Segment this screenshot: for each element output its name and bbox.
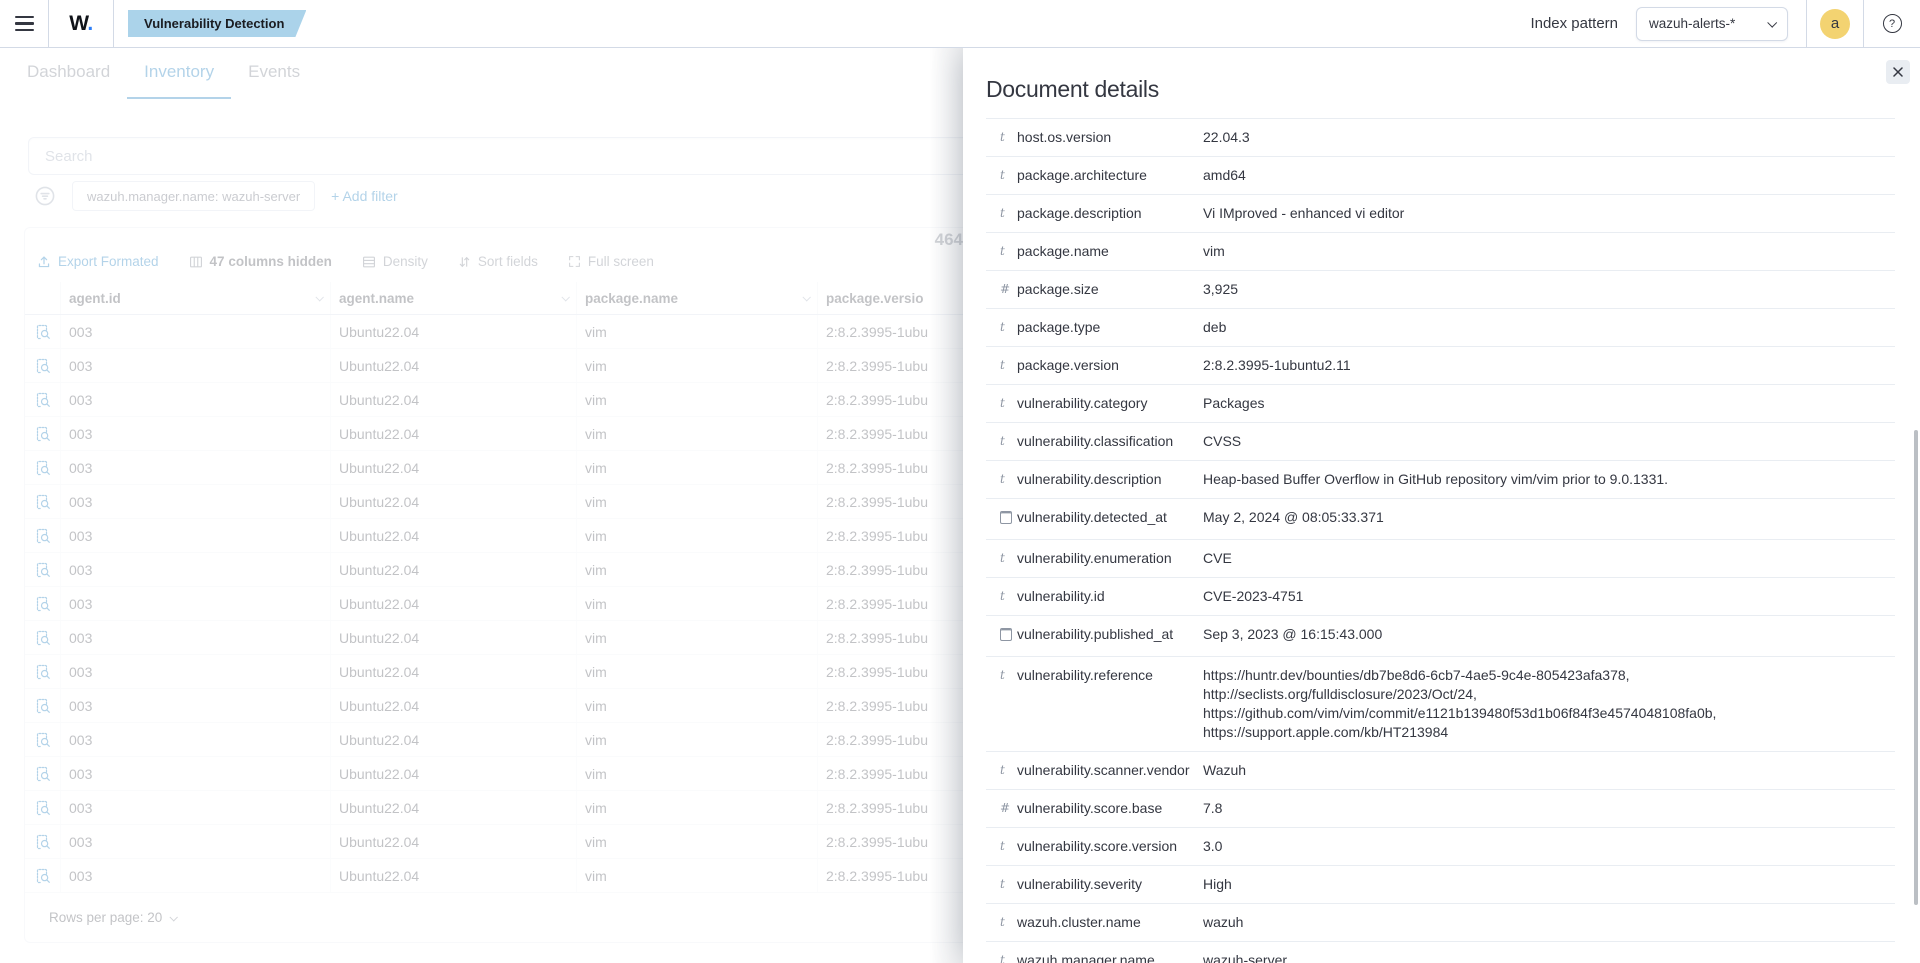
field-row: package.version 2:8.2.3995-1ubuntu2.11 (986, 346, 1895, 384)
field-name: package.type (1017, 318, 1203, 337)
field-value: 22.04.3 (1203, 128, 1895, 147)
field-name: wazuh.cluster.name (1017, 913, 1203, 932)
field-type-icon (1000, 875, 1017, 894)
field-row: vulnerability.score.version 3.0 (986, 827, 1895, 865)
field-value: Heap-based Buffer Overflow in GitHub rep… (1203, 470, 1895, 489)
field-row: vulnerability.severity High (986, 865, 1895, 903)
field-value: wazuh (1203, 913, 1895, 932)
field-name: vulnerability.detected_at (1017, 508, 1203, 527)
field-type-icon (1000, 356, 1017, 375)
field-value: deb (1203, 318, 1895, 337)
field-type-icon (1000, 508, 1017, 530)
field-type-icon (1000, 625, 1017, 647)
help-icon[interactable]: ? (1883, 14, 1902, 33)
field-value: amd64 (1203, 166, 1895, 185)
field-value: CVE-2023-4751 (1203, 587, 1895, 606)
field-name: vulnerability.reference (1017, 666, 1203, 685)
field-value: vim (1203, 242, 1895, 261)
field-name: package.size (1017, 280, 1203, 299)
field-value: wazuh-server (1203, 951, 1895, 963)
field-name: package.name (1017, 242, 1203, 261)
field-name: vulnerability.description (1017, 470, 1203, 489)
field-type-icon (1000, 951, 1017, 963)
field-value: 2:8.2.3995-1ubuntu2.11 (1203, 356, 1895, 375)
field-type-icon (1000, 394, 1017, 413)
field-row: vulnerability.category Packages (986, 384, 1895, 422)
field-type-icon (1000, 549, 1017, 568)
field-name: vulnerability.score.base (1017, 799, 1203, 818)
field-value: CVE (1203, 549, 1895, 568)
field-value: 3,925 (1203, 280, 1895, 299)
field-type-icon (1000, 242, 1017, 261)
field-type-icon (1000, 166, 1017, 185)
breadcrumb[interactable]: Vulnerability Detection (128, 10, 306, 37)
field-type-icon (1000, 128, 1017, 147)
field-row: vulnerability.published_at Sep 3, 2023 @… (986, 615, 1895, 656)
field-name: host.os.version (1017, 128, 1203, 147)
field-name: package.architecture (1017, 166, 1203, 185)
close-icon[interactable] (1886, 60, 1910, 84)
field-type-icon (1000, 761, 1017, 780)
field-value: Packages (1203, 394, 1895, 413)
field-value: May 2, 2024 @ 08:05:33.371 (1203, 508, 1895, 527)
field-row: vulnerability.id CVE-2023-4751 (986, 577, 1895, 615)
field-row: vulnerability.classification CVSS (986, 422, 1895, 460)
menu-icon[interactable] (0, 0, 48, 48)
field-row: package.description Vi IMproved - enhanc… (986, 194, 1895, 232)
field-row: package.architecture amd64 (986, 156, 1895, 194)
field-value: Wazuh (1203, 761, 1895, 780)
field-type-icon (1000, 280, 1017, 299)
field-name: vulnerability.id (1017, 587, 1203, 606)
field-name: vulnerability.score.version (1017, 837, 1203, 856)
index-pattern-label: Index pattern (1530, 15, 1618, 32)
field-name: vulnerability.published_at (1017, 625, 1203, 644)
field-name: vulnerability.scanner.vendor (1017, 761, 1203, 780)
field-type-icon (1000, 837, 1017, 856)
index-pattern-select[interactable]: wazuh-alerts-* (1636, 7, 1788, 41)
field-row: wazuh.manager.name wazuh-server (986, 941, 1895, 963)
field-name: vulnerability.category (1017, 394, 1203, 413)
field-name: vulnerability.severity (1017, 875, 1203, 894)
field-row: package.type deb (986, 308, 1895, 346)
field-name: wazuh.manager.name (1017, 951, 1203, 963)
field-value: Vi IMproved - enhanced vi editor (1203, 204, 1895, 223)
field-row: wazuh.cluster.name wazuh (986, 903, 1895, 941)
field-row: vulnerability.reference https://huntr.de… (986, 656, 1895, 751)
field-type-icon (1000, 470, 1017, 489)
field-row: vulnerability.detected_at May 2, 2024 @ … (986, 498, 1895, 539)
field-row: vulnerability.enumeration CVE (986, 539, 1895, 577)
field-type-icon (1000, 799, 1017, 818)
field-row: vulnerability.score.base 7.8 (986, 789, 1895, 827)
field-name: vulnerability.classification (1017, 432, 1203, 451)
field-name: vulnerability.enumeration (1017, 549, 1203, 568)
document-fields-list: host.os.version 22.04.3 package.architec… (986, 118, 1895, 963)
field-value: High (1203, 875, 1895, 894)
header-divider (113, 0, 114, 48)
field-type-icon (1000, 204, 1017, 223)
chevron-down-icon (1767, 18, 1777, 28)
field-name: package.description (1017, 204, 1203, 223)
field-value: 7.8 (1203, 799, 1895, 818)
field-type-icon (1000, 666, 1017, 685)
field-name: package.version (1017, 356, 1203, 375)
field-value: 3.0 (1203, 837, 1895, 856)
field-row: vulnerability.scanner.vendor Wazuh (986, 751, 1895, 789)
field-type-icon (1000, 587, 1017, 606)
field-row: host.os.version 22.04.3 (986, 118, 1895, 156)
field-type-icon (1000, 432, 1017, 451)
field-row: package.size 3,925 (986, 270, 1895, 308)
field-type-icon (1000, 913, 1017, 932)
app-header: W. Vulnerability Detection Index pattern… (0, 0, 1920, 48)
field-value: https://huntr.dev/bounties/db7be8d6-6cb7… (1203, 666, 1895, 742)
field-row: package.name vim (986, 232, 1895, 270)
avatar[interactable]: a (1820, 9, 1850, 39)
wazuh-logo[interactable]: W. (49, 12, 113, 36)
field-value: CVSS (1203, 432, 1895, 451)
flyout-scrollbar[interactable] (1914, 430, 1918, 905)
document-details-flyout: Document details host.os.version 22.04.3… (963, 48, 1920, 963)
flyout-title: Document details (986, 76, 1895, 103)
field-value: Sep 3, 2023 @ 16:15:43.000 (1203, 625, 1895, 644)
field-type-icon (1000, 318, 1017, 337)
field-row: vulnerability.description Heap-based Buf… (986, 460, 1895, 498)
